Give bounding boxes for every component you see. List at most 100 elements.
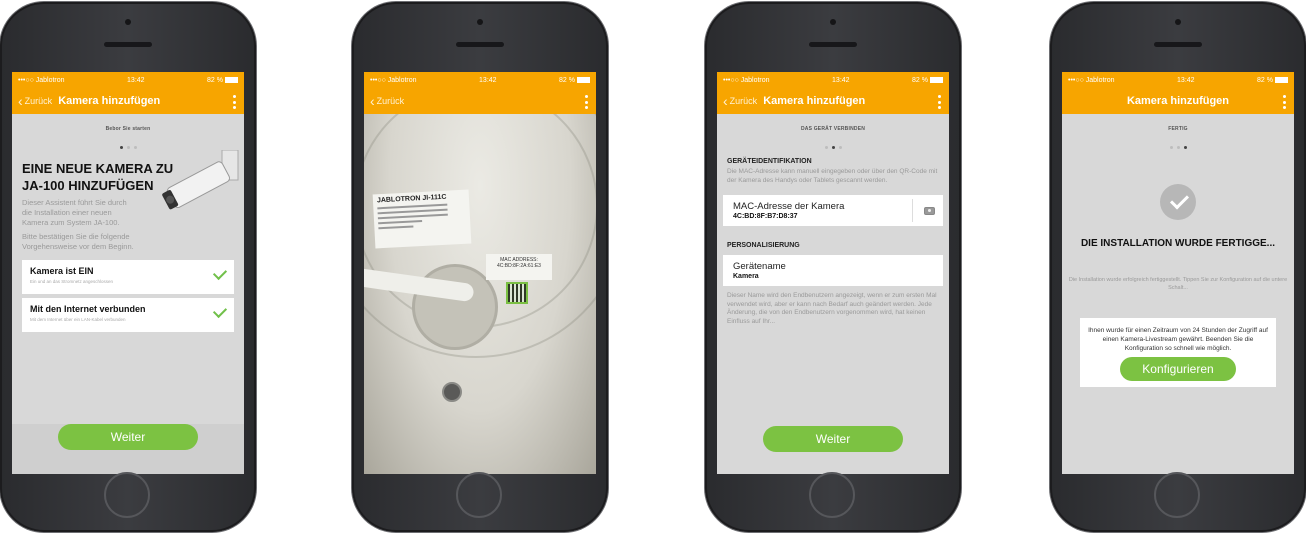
front-camera xyxy=(125,19,131,25)
nav-title: Kamera hinzufügen xyxy=(763,95,866,107)
section-personalization: PERSONALISIERUNG xyxy=(727,242,800,249)
success-badge-icon xyxy=(1160,184,1196,220)
chevron-left-icon: ‹ xyxy=(370,93,375,109)
phone-4: •••○○ Jablotron 13:42 82 % Kamera hinzuf… xyxy=(1050,2,1306,532)
screen-connect-device: •••○○ Jablotron 13:42 82 % ‹ Zurück Kamer… xyxy=(717,72,949,474)
carrier-label: •••○○ Jablotron xyxy=(1068,76,1115,84)
status-bar: •••○○ Jablotron 13:42 82 % xyxy=(1062,72,1294,88)
home-button xyxy=(1154,472,1200,518)
section-device-id: GERÄTEIDENTIFIKATION xyxy=(727,158,812,165)
battery-icon xyxy=(1275,76,1288,83)
device-name-field[interactable]: Gerätename Kamera xyxy=(723,255,943,286)
clock: 13:42 xyxy=(1177,76,1195,84)
clock: 13:42 xyxy=(479,76,497,84)
nav-title: Kamera hinzufügen xyxy=(58,95,161,107)
more-menu-icon[interactable] xyxy=(938,95,941,109)
nav-bar: ‹ Zurück xyxy=(364,88,596,114)
device-label-brand: JABLOTRON JI-111C xyxy=(376,193,447,205)
checklist: Kamera ist EIN Ein und an das Stromnetz … xyxy=(12,260,244,332)
step-name: FERTIG xyxy=(1168,126,1188,132)
step-name: DAS GERÄT VERBINDEN xyxy=(800,126,866,132)
step-indicator xyxy=(717,136,949,149)
chevron-left-icon: ‹ xyxy=(18,93,23,109)
front-camera xyxy=(477,19,483,25)
battery-icon xyxy=(930,76,943,83)
checklist-item-camera-on[interactable]: Kamera ist EIN Ein und an das Stromnetz … xyxy=(22,260,234,294)
finished-info: Die Installation wurde erfolgreich ferti… xyxy=(1068,277,1288,291)
earpiece-speaker xyxy=(104,42,152,47)
earpiece-speaker xyxy=(1154,42,1202,47)
mac-field-label: MAC-Adresse der Kamera xyxy=(733,201,845,212)
checklist-item-subtitle: Mit dem Internet über ein LAN-Kabel verb… xyxy=(30,317,126,322)
mac-field-value: 4C:BD:8F:B7:D8:37 xyxy=(733,213,798,220)
step-name: Bebor Sie starten xyxy=(105,126,151,132)
device-name-help: Dieser Name wird den Endbenutzern angeze… xyxy=(727,292,937,325)
screen-qr-scan: •••○○ Jablotron 13:42 82 % ‹ Zurück JABLO… xyxy=(364,72,596,474)
device-label: JABLOTRON JI-111C xyxy=(372,189,472,249)
phone-1: •••○○ Jablotron 13:42 82 % ‹ Zurück Kamer… xyxy=(0,2,256,532)
step-indicator xyxy=(1062,136,1294,149)
home-button xyxy=(809,472,855,518)
front-camera xyxy=(1175,19,1181,25)
screw xyxy=(442,382,462,402)
battery-status: 82 % xyxy=(559,77,590,84)
earpiece-speaker xyxy=(809,42,857,47)
nav-title: Kamera hinzufügen xyxy=(1126,95,1230,107)
status-bar: •••○○ Jablotron 13:42 82 % xyxy=(364,72,596,88)
more-menu-icon[interactable] xyxy=(233,95,236,109)
name-field-label: Gerätename xyxy=(733,261,786,272)
next-button[interactable]: Weiter xyxy=(763,426,903,452)
back-button[interactable]: ‹ Zurück xyxy=(364,94,404,108)
checklist-item-internet[interactable]: Mit den Internet verbunden Mit dem Inter… xyxy=(22,298,234,332)
battery-icon xyxy=(225,76,238,83)
camera-viewfinder[interactable]: JABLOTRON JI-111C MAC ADDRESS: 4C:BD:8F:… xyxy=(364,114,596,474)
nav-bar: ‹ Zurück Kamera hinzufügen xyxy=(12,88,244,114)
more-menu-icon[interactable] xyxy=(585,95,588,109)
screen-finished: •••○○ Jablotron 13:42 82 % Kamera hinzuf… xyxy=(1062,72,1294,474)
finished-heading: DIE INSTALLATION WURDE FERTIGGE... xyxy=(1080,238,1276,249)
home-button xyxy=(456,472,502,518)
status-bar: •••○○ Jablotron 13:42 82 % xyxy=(12,72,244,88)
success-badge-wrap xyxy=(1062,184,1294,220)
battery-icon xyxy=(577,76,590,83)
nav-bar: Kamera hinzufügen xyxy=(1062,88,1294,114)
mac-address-field[interactable]: MAC-Adresse der Kamera 4C:BD:8F:B7:D8:37 xyxy=(723,195,943,226)
battery-status: 82 % xyxy=(912,77,943,84)
more-menu-icon[interactable] xyxy=(1283,95,1286,109)
checklist-item-title: Mit den Internet verbunden xyxy=(30,304,146,314)
home-button xyxy=(104,472,150,518)
phone-2: •••○○ Jablotron 13:42 82 % ‹ Zurück JABLO… xyxy=(352,2,608,532)
configure-button[interactable]: Konfigurieren xyxy=(1120,357,1236,381)
intro-confirm-text: Bitte bestätigen Sie die folgende Vorgeh… xyxy=(22,232,134,251)
access-note-text: Ihnen wurde für einen Zeitraum von 24 St… xyxy=(1088,327,1268,352)
access-note-card: Ihnen wurde für einen Zeitraum von 24 St… xyxy=(1080,318,1276,387)
phone-3: •••○○ Jablotron 13:42 82 % ‹ Zurück Kamer… xyxy=(705,2,961,532)
qr-code xyxy=(506,282,528,304)
intro-description: Dieser Assistent führt Sie durch die Ins… xyxy=(22,198,127,227)
name-field-value: Kamera xyxy=(733,273,759,280)
camera-image xyxy=(162,149,242,220)
next-button[interactable]: Weiter xyxy=(58,424,198,450)
status-bar: •••○○ Jablotron 13:42 82 % xyxy=(717,72,949,88)
screen-intro: •••○○ Jablotron 13:42 82 % ‹ Zurück Kamer… xyxy=(12,72,244,474)
nav-bar: ‹ Zurück Kamera hinzufügen xyxy=(717,88,949,114)
clock: 13:42 xyxy=(832,76,850,84)
clock: 13:42 xyxy=(127,76,145,84)
earpiece-speaker xyxy=(456,42,504,47)
camera-icon[interactable] xyxy=(924,207,935,215)
carrier-label: •••○○ Jablotron xyxy=(370,76,417,84)
front-camera xyxy=(830,19,836,25)
device-id-help: Die MAC-Adresse kann manuell eingegeben … xyxy=(727,168,938,184)
step-indicator xyxy=(12,136,244,149)
mac-address-label: MAC ADDRESS: 4C:BD:8F:2A:61:E3 xyxy=(486,254,552,280)
battery-status: 82 % xyxy=(207,77,238,84)
chevron-left-icon: ‹ xyxy=(723,93,728,109)
checklist-item-title: Kamera ist EIN xyxy=(30,266,94,276)
mac-address-value: 4C:BD:8F:2A:61:E3 xyxy=(497,263,541,269)
carrier-label: •••○○ Jablotron xyxy=(723,76,770,84)
checklist-item-subtitle: Ein und an das Stromnetz angeschlossen xyxy=(30,279,114,284)
carrier-label: •••○○ Jablotron xyxy=(18,76,65,84)
battery-status: 82 % xyxy=(1257,77,1288,84)
back-button[interactable]: ‹ Zurück xyxy=(12,94,52,108)
back-button[interactable]: ‹ Zurück xyxy=(717,94,757,108)
